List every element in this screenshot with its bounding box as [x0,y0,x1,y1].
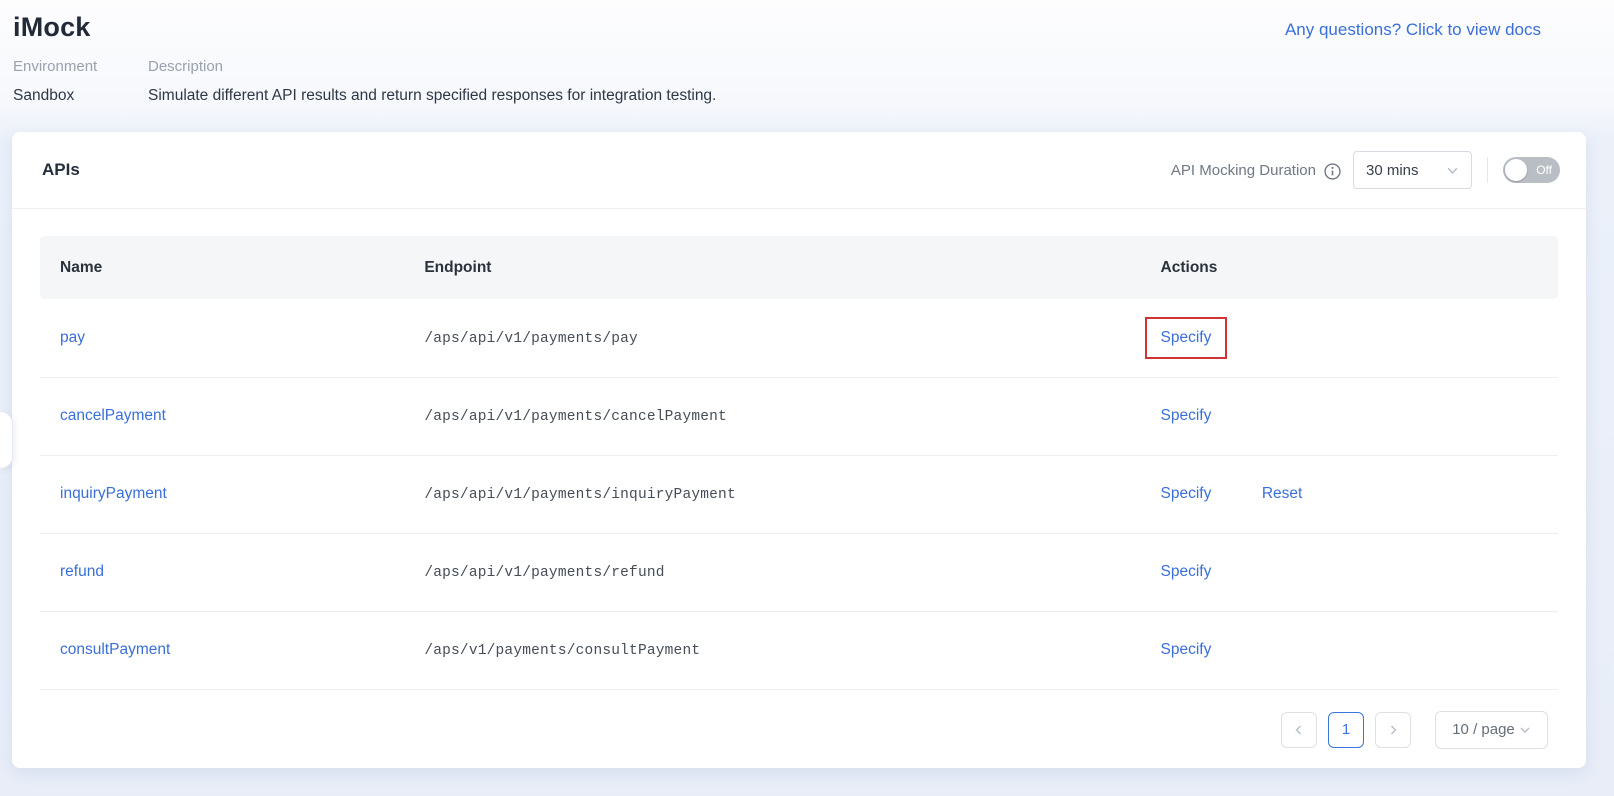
column-header-name: Name [40,236,404,299]
column-header-actions: Actions [1141,236,1558,299]
environment-value: Sandbox [13,85,148,107]
pagination: 1 10 / page [12,711,1548,749]
toggle-knob [1505,159,1527,181]
api-name-link[interactable]: cancelPayment [60,407,166,424]
chevron-right-icon [1387,724,1399,736]
api-name-link[interactable]: inquiryPayment [60,485,167,502]
specify-action-link[interactable]: Specify [1161,641,1212,658]
mocking-toggle[interactable]: Off [1503,157,1560,183]
api-endpoint: /aps/api/v1/payments/refund [424,565,664,581]
api-endpoint: /aps/api/v1/payments/cancelPayment [424,409,727,425]
table-row: refund /aps/api/v1/payments/refund Speci… [40,533,1558,611]
table-header-row: Name Endpoint Actions [40,236,1558,299]
chevron-left-icon [1293,724,1305,736]
table-row: cancelPayment /aps/api/v1/payments/cance… [40,377,1558,455]
highlight-box: Specify [1145,317,1228,359]
api-name-link[interactable]: refund [60,563,104,580]
reset-action-link[interactable]: Reset [1262,485,1303,502]
chevron-down-icon [1519,724,1531,736]
duration-value: 30 mins [1366,162,1419,179]
description-value: Simulate different API results and retur… [148,85,716,107]
column-header-endpoint: Endpoint [404,236,1140,299]
api-endpoint: /aps/api/v1/payments/inquiryPayment [424,487,736,503]
api-endpoint: /aps/v1/payments/consultPayment [424,643,700,659]
api-name-link[interactable]: consultPayment [60,641,170,658]
specify-action-link[interactable]: Specify [1161,407,1212,424]
table-row: consultPayment /aps/v1/payments/consultP… [40,611,1558,689]
apis-title: APIs [42,160,80,180]
apis-table: Name Endpoint Actions pay /aps/api/v1/pa… [40,236,1558,690]
duration-label: API Mocking Duration [1171,162,1316,179]
specify-action-link[interactable]: Specify [1161,329,1212,346]
app-title: iMock [13,12,91,43]
page-number-button[interactable]: 1 [1328,712,1364,748]
api-endpoint: /aps/api/v1/payments/pay [424,331,638,347]
specify-action-link[interactable]: Specify [1161,563,1212,580]
duration-select[interactable]: 30 mins [1353,151,1472,189]
next-page-button[interactable] [1375,712,1411,748]
environment-label: Environment [13,59,148,74]
toggle-state-label: Off [1536,163,1552,177]
apis-card: APIs API Mocking Duration 30 mins Off [12,132,1586,768]
chevron-down-icon [1446,164,1459,177]
page-size-value: 10 / page [1452,721,1515,738]
side-drawer-handle[interactable] [0,411,13,469]
page-size-select[interactable]: 10 / page [1435,711,1548,749]
table-row: inquiryPayment /aps/api/v1/payments/inqu… [40,455,1558,533]
table-row: pay /aps/api/v1/payments/pay Specify [40,299,1558,377]
previous-page-button[interactable] [1281,712,1317,748]
info-circle-icon[interactable] [1324,163,1341,180]
page-header: iMock Any questions? Click to view docs … [0,0,1614,107]
vertical-divider [1487,157,1488,183]
api-name-link[interactable]: pay [60,329,85,346]
specify-action-link[interactable]: Specify [1161,485,1212,502]
docs-link[interactable]: Any questions? Click to view docs [1285,20,1541,40]
description-label: Description [148,59,716,74]
